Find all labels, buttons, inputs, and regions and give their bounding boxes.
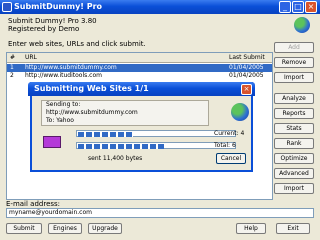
app-icon xyxy=(2,2,12,12)
add-button[interactable]: Add xyxy=(274,42,314,53)
column-header-num[interactable]: # xyxy=(10,53,15,63)
instructions-label: Enter web sites, URLs and click submit. xyxy=(8,40,146,48)
total-progress-fill xyxy=(78,144,164,149)
list-header: # URL Last Submit xyxy=(7,53,272,63)
cancel-button[interactable]: Cancel xyxy=(216,153,246,164)
optimize-button[interactable]: Optimize xyxy=(274,153,314,164)
engines-button[interactable]: Engines xyxy=(48,223,82,234)
analyze-button[interactable]: Analyze xyxy=(274,93,314,104)
remove-button[interactable]: Remove xyxy=(274,57,314,68)
minimize-button[interactable]: _ xyxy=(279,1,291,13)
row-number: 2 xyxy=(10,72,14,79)
rank-button[interactable]: Rank xyxy=(274,138,314,149)
table-row[interactable]: 2 http://www.ituditools.com 01/04/2005 xyxy=(7,72,272,80)
registration-label: Registered by Demo xyxy=(8,25,80,33)
current-progress-label: Current: 4 xyxy=(214,130,245,137)
email-field[interactable]: myname@yourdomain.com xyxy=(6,208,314,218)
row-date: 01/04/2005 xyxy=(229,72,264,79)
total-progress-bar xyxy=(76,142,236,149)
column-header-last-submit[interactable]: Last Submit xyxy=(229,53,265,63)
row-url: http://www.ituditools.com xyxy=(25,72,102,79)
email-label: E-mail address: xyxy=(6,200,61,208)
stats-button[interactable]: Stats xyxy=(274,123,314,134)
row-date: 01/04/2005 xyxy=(229,64,264,71)
total-progress-label: Total: 6 xyxy=(214,142,236,149)
envelope-icon xyxy=(43,136,61,148)
sending-url: http://www.submitdummy.com xyxy=(46,109,138,116)
sending-info-box: Sending to: http://www.submitdummy.com T… xyxy=(41,100,209,126)
submit-button[interactable]: Submit xyxy=(6,223,42,234)
row-url: http://www.submitdummy.com xyxy=(25,64,117,71)
import-button[interactable]: Import xyxy=(274,72,314,83)
window-title: SubmitDummy! Pro xyxy=(0,0,320,14)
current-progress-bar xyxy=(76,130,236,137)
version-label: Submit Dummy! Pro 3.80 xyxy=(8,17,97,25)
table-row[interactable]: 1 http://www.submitdummy.com 01/04/2005 xyxy=(7,64,272,72)
upgrade-button[interactable]: Upgrade xyxy=(88,223,122,234)
exit-button[interactable]: Exit xyxy=(276,223,310,234)
bytes-sent-label: sent 11,400 bytes xyxy=(88,155,143,162)
sending-label: Sending to: xyxy=(46,101,81,108)
advanced-button[interactable]: Advanced xyxy=(274,168,314,179)
import-bottom-button[interactable]: Import xyxy=(274,183,314,194)
column-header-url[interactable]: URL xyxy=(25,53,37,63)
dialog-globe-icon xyxy=(231,103,249,121)
close-button[interactable]: × xyxy=(305,1,317,13)
current-progress-fill xyxy=(78,132,133,137)
dialog-title: Submitting Web Sites 1/1 xyxy=(28,82,255,96)
dialog-close-button[interactable]: × xyxy=(241,84,252,95)
reports-button[interactable]: Reports xyxy=(274,108,314,119)
maximize-button[interactable]: □ xyxy=(292,1,304,13)
help-button[interactable]: Help xyxy=(236,223,266,234)
sending-engine: To: Yahoo xyxy=(46,117,74,124)
globe-icon xyxy=(294,17,310,33)
row-number: 1 xyxy=(10,64,14,71)
